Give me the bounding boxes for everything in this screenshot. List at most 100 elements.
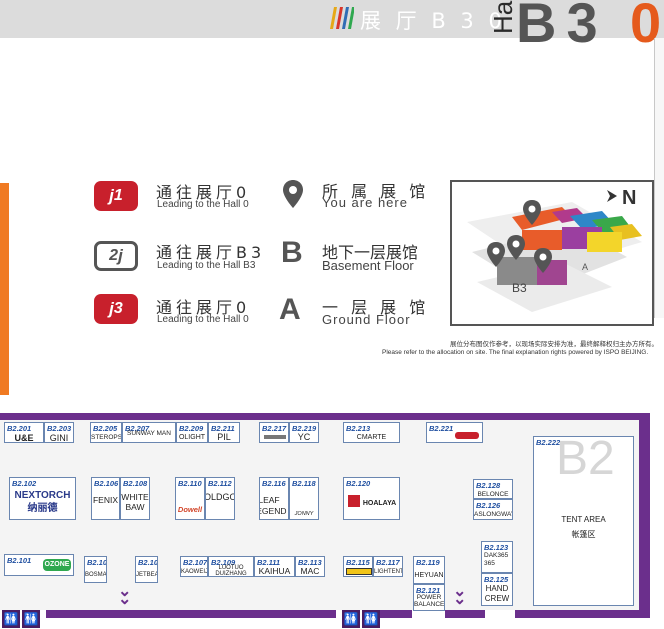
booth-id: B2.118 <box>292 479 316 488</box>
north-label: N <box>622 187 636 209</box>
north-arrow-icon <box>607 190 617 202</box>
tent-area-b2-222[interactable]: B2.222 B2 TENT AREA 帐篷区 <box>533 432 634 606</box>
booth-b2-125[interactable]: B2.125 HAND CREW <box>481 573 513 606</box>
booth-id: B2.117 <box>376 558 400 567</box>
booth-name: LEAF LEGEND <box>259 495 287 516</box>
minimap-label-a: A <box>582 262 588 272</box>
booth-b2-107[interactable]: B2.107 KAOWEIJIA <box>180 556 208 577</box>
booth-b2-120[interactable]: B2.120 HOALAYA <box>343 477 400 520</box>
legend-en-route-1: Leading to the Hall 0 <box>157 199 249 210</box>
booth-id: B2.120 <box>346 479 371 488</box>
booth-id: B2.112 <box>208 479 232 488</box>
booth-name: Dowell <box>177 505 203 514</box>
booth-b2-217[interactable]: B2.217 <box>259 422 289 443</box>
booth-name: JONNY <box>294 511 314 517</box>
booth-id: B2.221 <box>429 424 454 433</box>
booth-b2-117[interactable]: B2.117 LIGHTENT <box>373 556 403 577</box>
booth-name: PIL <box>217 432 231 442</box>
legend-en-route-3: Leading to the Hall 0 <box>157 314 249 325</box>
booth-name: YC <box>297 432 311 442</box>
entry-arrow-icon: ⌄ ⌄ <box>118 583 132 608</box>
booth-b2-209[interactable]: B2.209 OLIGHT <box>176 422 208 443</box>
booth-name: GINI <box>49 433 69 443</box>
restroom-icon: 🚻 <box>342 610 360 628</box>
booth-b2-128[interactable]: B2.128 BELONCE <box>473 479 513 499</box>
booth-name: LIGHTENT <box>374 569 403 575</box>
disclaimer-en: Please refer to the allocation on site. … <box>382 349 649 356</box>
booth-name: OLDGOAT <box>205 492 234 502</box>
booth-b2-219[interactable]: B2.219 YC <box>289 422 319 443</box>
tent-area-label-cn: 帐篷区 <box>571 530 596 539</box>
booth-b2-205[interactable]: B2.205 STEROPS <box>90 422 122 443</box>
booth-id: B2.105 <box>138 558 158 567</box>
floor-wall-bottom <box>515 610 650 618</box>
booth-b2-103[interactable]: B2.103 BOSMA <box>84 556 107 583</box>
booth-id: B2.102 <box>12 479 37 488</box>
legend-en-basement: Basement Floor <box>322 258 414 273</box>
booth-logo-icon <box>455 432 479 439</box>
legend-en-route-2: Leading to the Hall B3 <box>157 260 256 271</box>
booth-b2-112[interactable]: B2.112 OLDGOAT <box>205 477 235 520</box>
restroom-icon: 🚻 <box>2 610 20 628</box>
restroom-icon: 🚻 <box>22 610 40 628</box>
legend-en-here: You are here <box>322 195 408 210</box>
booth-b2-119[interactable]: B2.119 HEYUAN <box>413 556 445 584</box>
hall-vertical-label: Ha <box>488 0 518 34</box>
booth-b2-201[interactable]: B2.201 U&E <box>4 422 44 443</box>
zone-label-b2: B2 <box>556 432 615 485</box>
route-2-icon: 2j <box>94 241 138 271</box>
booth-name: OZONE <box>43 559 71 571</box>
booth-id: B2.116 <box>262 479 286 488</box>
booth-b2-121[interactable]: B2.121 POWER BALANCE <box>413 584 445 611</box>
legend-en-ground: Ground Floor <box>322 312 411 327</box>
route-3-icon: j3 <box>94 294 138 324</box>
orange-side-strip <box>0 183 9 395</box>
booth-b2-213[interactable]: B2.213 CMARTE <box>343 422 400 443</box>
right-scroll-edge <box>654 38 664 318</box>
booth-b2-116[interactable]: B2.116 LEAF LEGEND <box>259 477 289 520</box>
booth-id: B2.115 <box>346 558 370 567</box>
booth-id: B2.125 <box>484 575 509 584</box>
booth-b2-115[interactable]: B2.115 <box>343 556 373 577</box>
booth-b2-113[interactable]: B2.113 MAC <box>295 556 325 577</box>
booth-b2-111[interactable]: B2.111 KAIHUA <box>254 556 295 577</box>
location-pin-icon <box>283 180 303 208</box>
booth-b2-211[interactable]: B2.211 PIL <box>208 422 240 443</box>
booth-name: BELONCE <box>477 491 509 498</box>
booth-b2-108[interactable]: B2.108 WHITE BAW <box>120 477 150 520</box>
booth-name: STEROPS <box>91 434 122 441</box>
disclaimer-cn: 展位分布图仅作参考，以现场实际安排为准，最终解释权归主办方所有。 <box>450 341 658 348</box>
booth-b2-203[interactable]: B2.203 GINI <box>44 422 74 443</box>
floor-wall-right <box>639 413 650 618</box>
booth-b2-102[interactable]: B2.102 NEXTORCH 纳丽德 <box>9 477 76 520</box>
booth-b2-105[interactable]: B2.105 JETBEAM <box>135 556 158 583</box>
venue-minimap: B3 A N <box>450 180 654 326</box>
booth-id: B2.213 <box>346 424 371 433</box>
booth-b2-118[interactable]: B2.118 JONNY <box>289 477 319 520</box>
booth-name: CMARTE <box>356 434 387 441</box>
booth-name: NEXTORCH 纳丽德 <box>14 490 71 514</box>
booth-b2-109[interactable]: B2.109 LUOTUO DUIZHANG <box>208 556 254 577</box>
booth-id: B2.209 <box>179 424 204 433</box>
booth-b2-123[interactable]: B2.123 DAK365 365 <box>481 541 513 573</box>
hall-title: 展 厅 B 3 0 <box>360 9 506 33</box>
booth-name: JETBEAM <box>136 572 157 578</box>
route-1-icon: j1 <box>94 181 138 211</box>
booth-id: B2.128 <box>476 481 501 490</box>
booth-id: B2.217 <box>262 424 287 433</box>
booth-b2-106[interactable]: B2.106 FENIX <box>91 477 120 520</box>
booth-id: B2.126 <box>476 501 501 510</box>
booth-b2-207[interactable]: B2.207 SUNWAY MAN <box>122 422 176 443</box>
booth-b2-126[interactable]: B2.126 ASLONGWAY <box>473 499 513 520</box>
booth-name: HEYUAN <box>414 572 444 579</box>
floor-wall-bottom <box>380 610 412 618</box>
booth-b2-221[interactable]: B2.221 <box>426 422 483 443</box>
booth-name: MAC <box>300 566 320 576</box>
header-stripes-icon <box>330 7 354 29</box>
booth-b2-110[interactable]: B2.110 Dowell <box>175 477 205 520</box>
booth-name: WHITE BAW <box>121 492 149 512</box>
booth-b2-101[interactable]: B2.101 OZONE <box>4 554 74 576</box>
booth-id: B2.123 <box>484 543 509 552</box>
booth-logo-icon <box>348 495 360 507</box>
booth-id: B2.201 <box>7 424 32 433</box>
